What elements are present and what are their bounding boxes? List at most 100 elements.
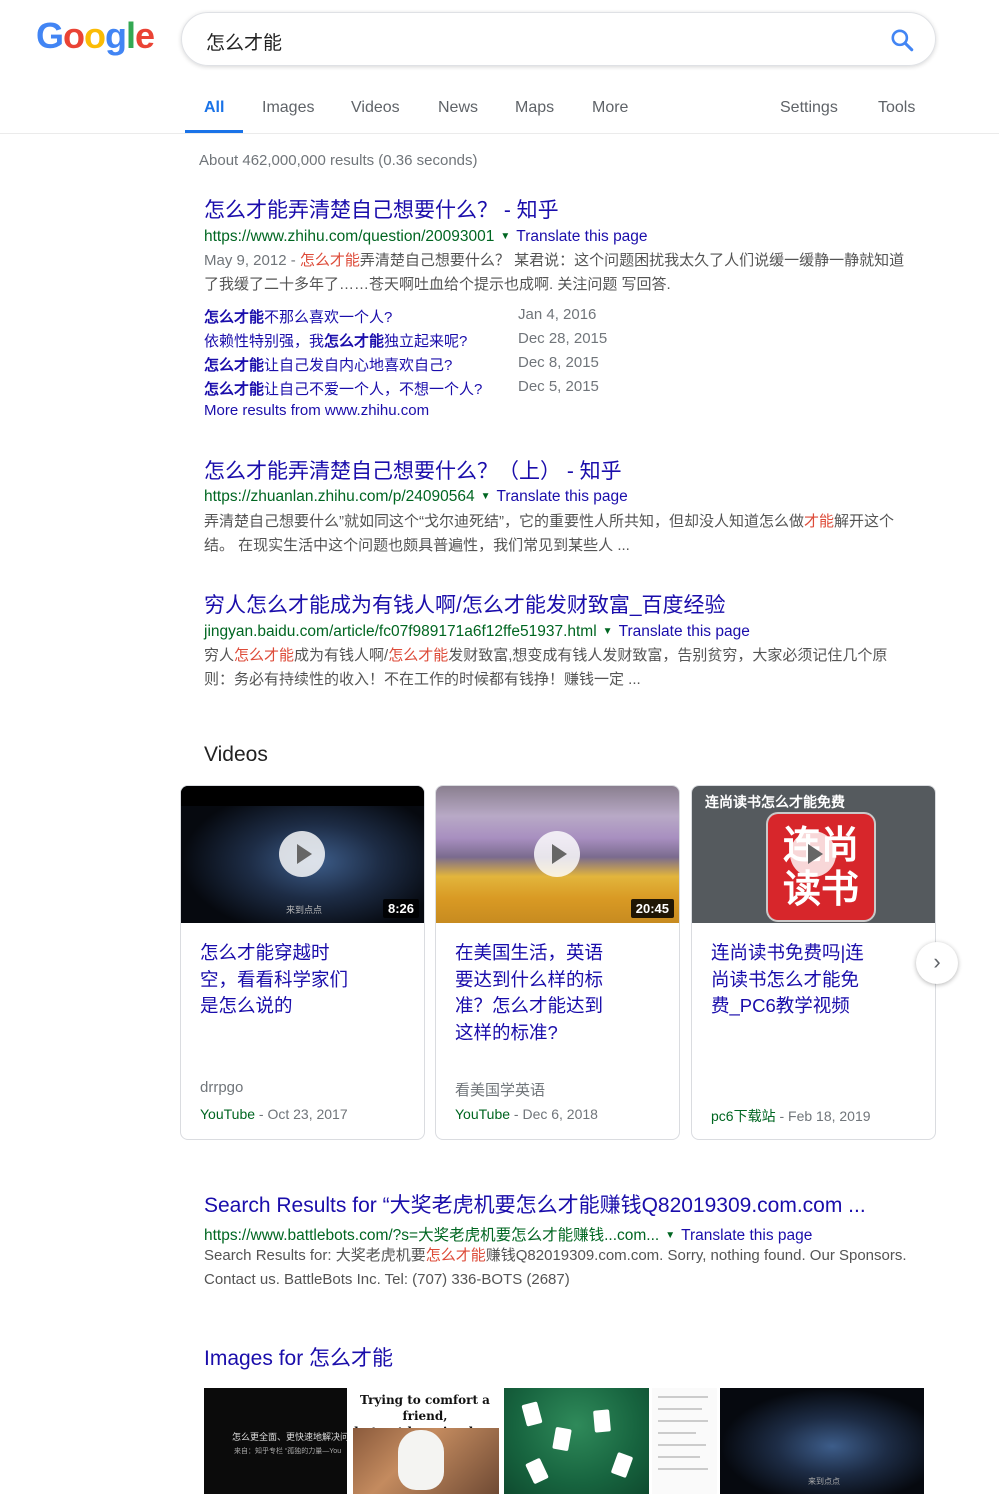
translate-link[interactable]: Translate this page <box>619 623 750 640</box>
image-thumbnail[interactable]: 来到点点 <box>720 1388 924 1494</box>
logo-letter: l <box>126 15 136 56</box>
result-url-line: https://www.battlebots.com/?s=大奖老虎机要怎么才能… <box>204 1223 812 1245</box>
tab-maps[interactable]: Maps <box>515 99 554 117</box>
chevron-right-icon[interactable]: › <box>916 942 958 984</box>
sitelink[interactable]: 怎么才能不那么喜欢一个人? <box>204 306 392 327</box>
logo-letter: e <box>135 15 155 56</box>
sitelink-bold: 怎么才能 <box>204 357 265 374</box>
video-title[interactable]: 连尚读书免费吗|连尚读书怎么才能免费_PC6教学视频 <box>711 940 871 1020</box>
sitelink-bold: 怎么才能 <box>204 309 265 326</box>
sitelink-bold: 怎么才能 <box>324 333 385 350</box>
search-icon[interactable] <box>889 27 915 53</box>
result-title-link[interactable]: Search Results for “大奖老虎机要怎么才能赚钱Q8201930… <box>204 1194 866 1217</box>
sitelink-bold: 怎么才能 <box>204 381 265 398</box>
result-url: jingyan.baidu.com/article/fc07f989171a6f… <box>204 623 597 640</box>
images-heading-link[interactable]: Images for 怎么才能 <box>204 1342 393 1372</box>
video-source-name: YouTube <box>200 1106 256 1122</box>
tab-news[interactable]: News <box>438 99 478 117</box>
sitelink-text: 不那么喜欢一个人? <box>264 309 393 326</box>
play-icon[interactable] <box>534 831 580 877</box>
snippet-text: 弄清楚自己想要什么”就如同这个“戈尔迪死结”，它的重要性人所共知，但却没人知道怎… <box>204 513 804 530</box>
tab-images[interactable]: Images <box>262 99 314 117</box>
snippet-highlight: 怎么才能 <box>388 647 449 664</box>
sitelink-text: 让自己不爱一个人，不想一个人? <box>264 381 483 398</box>
sitelink[interactable]: 怎么才能让自己发自内心地喜欢自己? <box>204 354 452 375</box>
video-card[interactable]: 连尚读书怎么才能免费 连尚读书 连尚读书免费吗|连尚读书怎么才能免费_PC6教学… <box>691 785 936 1140</box>
snippet-highlight: 才能 <box>804 513 835 530</box>
caret-down-icon[interactable]: ▼ <box>481 491 491 502</box>
result-title-link[interactable]: 穷人怎么才能成为有钱人啊/怎么才能发财致富_百度经验 <box>204 594 726 617</box>
translate-link[interactable]: Translate this page <box>497 488 628 505</box>
tab-all[interactable]: All <box>204 99 224 117</box>
search-box[interactable]: 怎么才能 <box>181 12 936 66</box>
logo-letter: o <box>84 15 106 56</box>
snippet-highlight: 怎么才能 <box>425 1247 486 1264</box>
image-thumbnail[interactable] <box>504 1388 649 1494</box>
video-channel: drrpgo <box>200 1079 244 1096</box>
video-source-name: pc6下载站 <box>711 1108 776 1124</box>
caret-down-icon[interactable]: ▼ <box>603 626 613 637</box>
sitelink[interactable]: 依赖性特别强，我怎么才能独立起来呢? <box>204 330 467 351</box>
image-thumbnail[interactable]: Trying to comfort a friend, but not know… <box>350 1388 499 1494</box>
search-result: Search Results for “大奖老虎机要怎么才能赚钱Q8201930… <box>204 1189 866 1219</box>
translate-link[interactable]: Translate this page <box>516 228 647 245</box>
result-url: https://www.battlebots.com/?s=大奖老虎机要怎么才能… <box>204 1227 660 1244</box>
logo-letter: G <box>36 15 64 56</box>
google-logo[interactable]: Google <box>36 15 155 56</box>
translate-link[interactable]: Translate this page <box>681 1227 812 1244</box>
result-snippet: 弄清楚自己想要什么”就如同这个“戈尔迪死结”，它的重要性人所共知，但却没人知道怎… <box>204 510 914 558</box>
caret-down-icon[interactable]: ▼ <box>500 231 510 242</box>
more-results-link[interactable]: More results from www.zhihu.com <box>204 402 429 419</box>
search-result: 怎么才能弄清楚自己想要什么？（上） - 知乎 <box>204 455 622 485</box>
video-thumbnail[interactable]: 连尚读书怎么才能免费 连尚读书 <box>692 786 935 923</box>
video-source-name: YouTube <box>455 1106 511 1122</box>
caret-down-icon[interactable]: ▼ <box>665 1230 675 1241</box>
sitelink-date: Dec 5, 2015 <box>518 378 599 395</box>
video-card[interactable]: 来到点点 8:26 怎么才能穿越时空，看看科学家们是怎么说的 drrpgo Yo… <box>180 785 425 1140</box>
result-url: https://zhuanlan.zhihu.com/p/24090564 <box>204 488 475 505</box>
videos-heading: Videos <box>204 743 268 766</box>
snippet-highlight: 怎么才能 <box>234 647 295 664</box>
result-title-link[interactable]: 怎么才能弄清楚自己想要什么？ - 知乎 <box>204 199 559 222</box>
video-source: YouTube - Oct 23, 2017 <box>200 1106 348 1122</box>
video-card[interactable]: 20:45 在美国生活，英语要达到什么样的标准？怎么才能达到这样的标准? 看美国… <box>435 785 680 1140</box>
search-input[interactable]: 怎么才能 <box>206 28 282 55</box>
logo-letter: g <box>105 15 127 56</box>
snippet-text: Search Results for: 大奖老虎机要 <box>204 1247 426 1264</box>
sitelink-text: 让自己发自内心地喜欢自己? <box>264 357 453 374</box>
sitelink-prefix: 依赖性特别强，我 <box>204 333 325 350</box>
image-text: 来自：知乎专栏 “孤独的力量—You <box>234 1448 342 1455</box>
image-text: 怎么更全面、更快速地解决问 <box>232 1432 347 1442</box>
search-result: 穷人怎么才能成为有钱人啊/怎么才能发财致富_百度经验 <box>204 589 726 619</box>
video-title[interactable]: 在美国生活，英语要达到什么样的标准？怎么才能达到这样的标准? <box>455 940 615 1046</box>
image-thumbnail[interactable] <box>652 1388 717 1494</box>
tab-videos[interactable]: Videos <box>351 99 400 117</box>
result-snippet: Search Results for: 大奖老虎机要怎么才能赚钱Q8201930… <box>204 1244 914 1292</box>
video-source: pc6下载站 - Feb 18, 2019 <box>711 1106 871 1126</box>
sitelink-text: 独立起来呢? <box>384 333 468 350</box>
video-title[interactable]: 怎么才能穿越时空，看看科学家们是怎么说的 <box>200 940 360 1020</box>
sitelink-date: Dec 28, 2015 <box>518 330 608 347</box>
snippet-text: 穷人 <box>204 647 235 664</box>
video-thumbnail[interactable]: 来到点点 8:26 <box>181 786 424 923</box>
header-divider <box>0 133 999 134</box>
tab-tools[interactable]: Tools <box>878 99 915 117</box>
logo-letter: o <box>63 15 85 56</box>
play-icon[interactable] <box>279 831 325 877</box>
result-url-line: https://zhuanlan.zhihu.com/p/24090564 ▼ Tr… <box>204 488 628 506</box>
video-channel: 看美国学英语 <box>455 1082 546 1099</box>
sitelink-date: Dec 8, 2015 <box>518 354 599 371</box>
tab-settings[interactable]: Settings <box>780 99 838 117</box>
tab-more[interactable]: More <box>592 99 628 117</box>
video-duration: 8:26 <box>382 899 419 918</box>
result-url: https://www.zhihu.com/question/20093001 <box>204 228 495 245</box>
sitelink-date: Jan 4, 2016 <box>518 306 597 323</box>
result-url-line: https://www.zhihu.com/question/20093001 ▼… <box>204 228 648 246</box>
thumbnail-caption: 来到点点 <box>286 905 323 915</box>
sitelink[interactable]: 怎么才能让自己不爱一个人，不想一个人? <box>204 378 482 399</box>
video-thumbnail[interactable]: 20:45 <box>436 786 679 923</box>
play-icon[interactable] <box>790 831 836 877</box>
result-title-link[interactable]: 怎么才能弄清楚自己想要什么？（上） - 知乎 <box>204 460 622 483</box>
video-source: YouTube - Dec 6, 2018 <box>455 1106 598 1122</box>
image-thumbnail[interactable]: 怎么更全面、更快速地解决问 来自：知乎专栏 “孤独的力量—You <box>204 1388 347 1494</box>
